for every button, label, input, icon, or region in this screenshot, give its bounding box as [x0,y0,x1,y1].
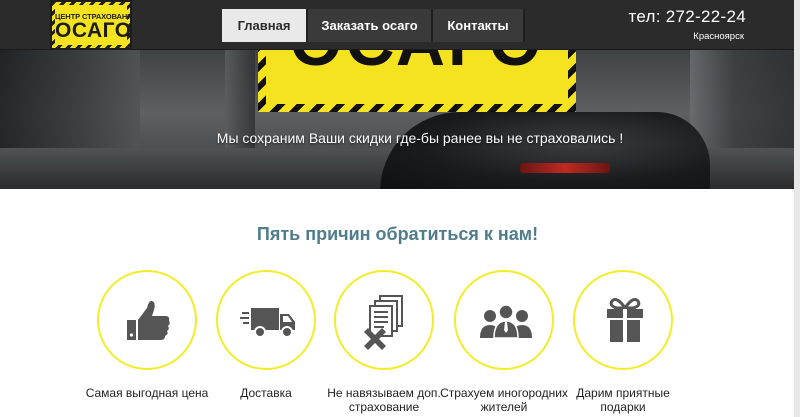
people-group-icon [480,304,532,339]
reason-circle [454,270,554,370]
nav-item-contacts[interactable]: Контакты [433,9,525,42]
reason-circle [216,270,316,370]
hero-car-taillight [520,163,610,173]
hero-slogan: Мы сохраним Ваши скидки где-бы ранее вы … [216,130,624,146]
reason-label: Не навязываем доп. страхование [327,386,441,414]
site-logo[interactable]: ЦЕНТР СТРАХОВАНИЯ ОСАГО [50,0,132,50]
reasons-title: Пять причин обратиться к нам! [256,224,539,244]
documents-cross-icon [364,295,403,350]
gift-icon [607,298,643,342]
nav-item-home[interactable]: Главная [222,9,308,42]
page-scrollbar[interactable] [794,0,800,417]
hero-banner: ОСАГО Мы сохраним Ваши скидки где-бы ран… [0,50,800,189]
reason-card-gifts: Дарим приятные подарки [573,270,673,417]
hero-sign-panel: ОСАГО [266,50,568,104]
hero-osago-sign: ОСАГО [258,50,576,112]
thumbs-up-icon [127,300,170,340]
reason-card-nonresidents: Страхуем иногородних жителей [440,270,568,417]
phone-number[interactable]: тел: 272-22-24 [600,7,746,27]
reason-card-delivery: Доставка [216,270,316,417]
city-name: Красноярск [693,31,744,42]
reason-circle [334,270,434,370]
hero-sign-text: ОСАГО [266,50,568,76]
header-bar: ЦЕНТР СТРАХОВАНИЯ ОСАГО Главная Заказать… [0,0,800,50]
delivery-truck-icon [240,308,295,338]
main-nav: Главная Заказать осаго Контакты [222,9,525,42]
reason-circle [573,270,673,370]
reason-card-no-extra-insurance: Не навязываем доп. страхование [327,270,441,417]
nav-item-order-osago[interactable]: Заказать осаго [308,9,433,42]
logo-title: ОСАГО [55,19,132,42]
reason-circle [97,270,197,370]
logo-inner: ЦЕНТР СТРАХОВАНИЯ ОСАГО [55,5,132,45]
reason-label: Дарим приятные подарки [576,386,670,414]
hero-car-image [380,112,710,189]
reason-card-best-price: Самая выгодная цена [86,270,208,417]
